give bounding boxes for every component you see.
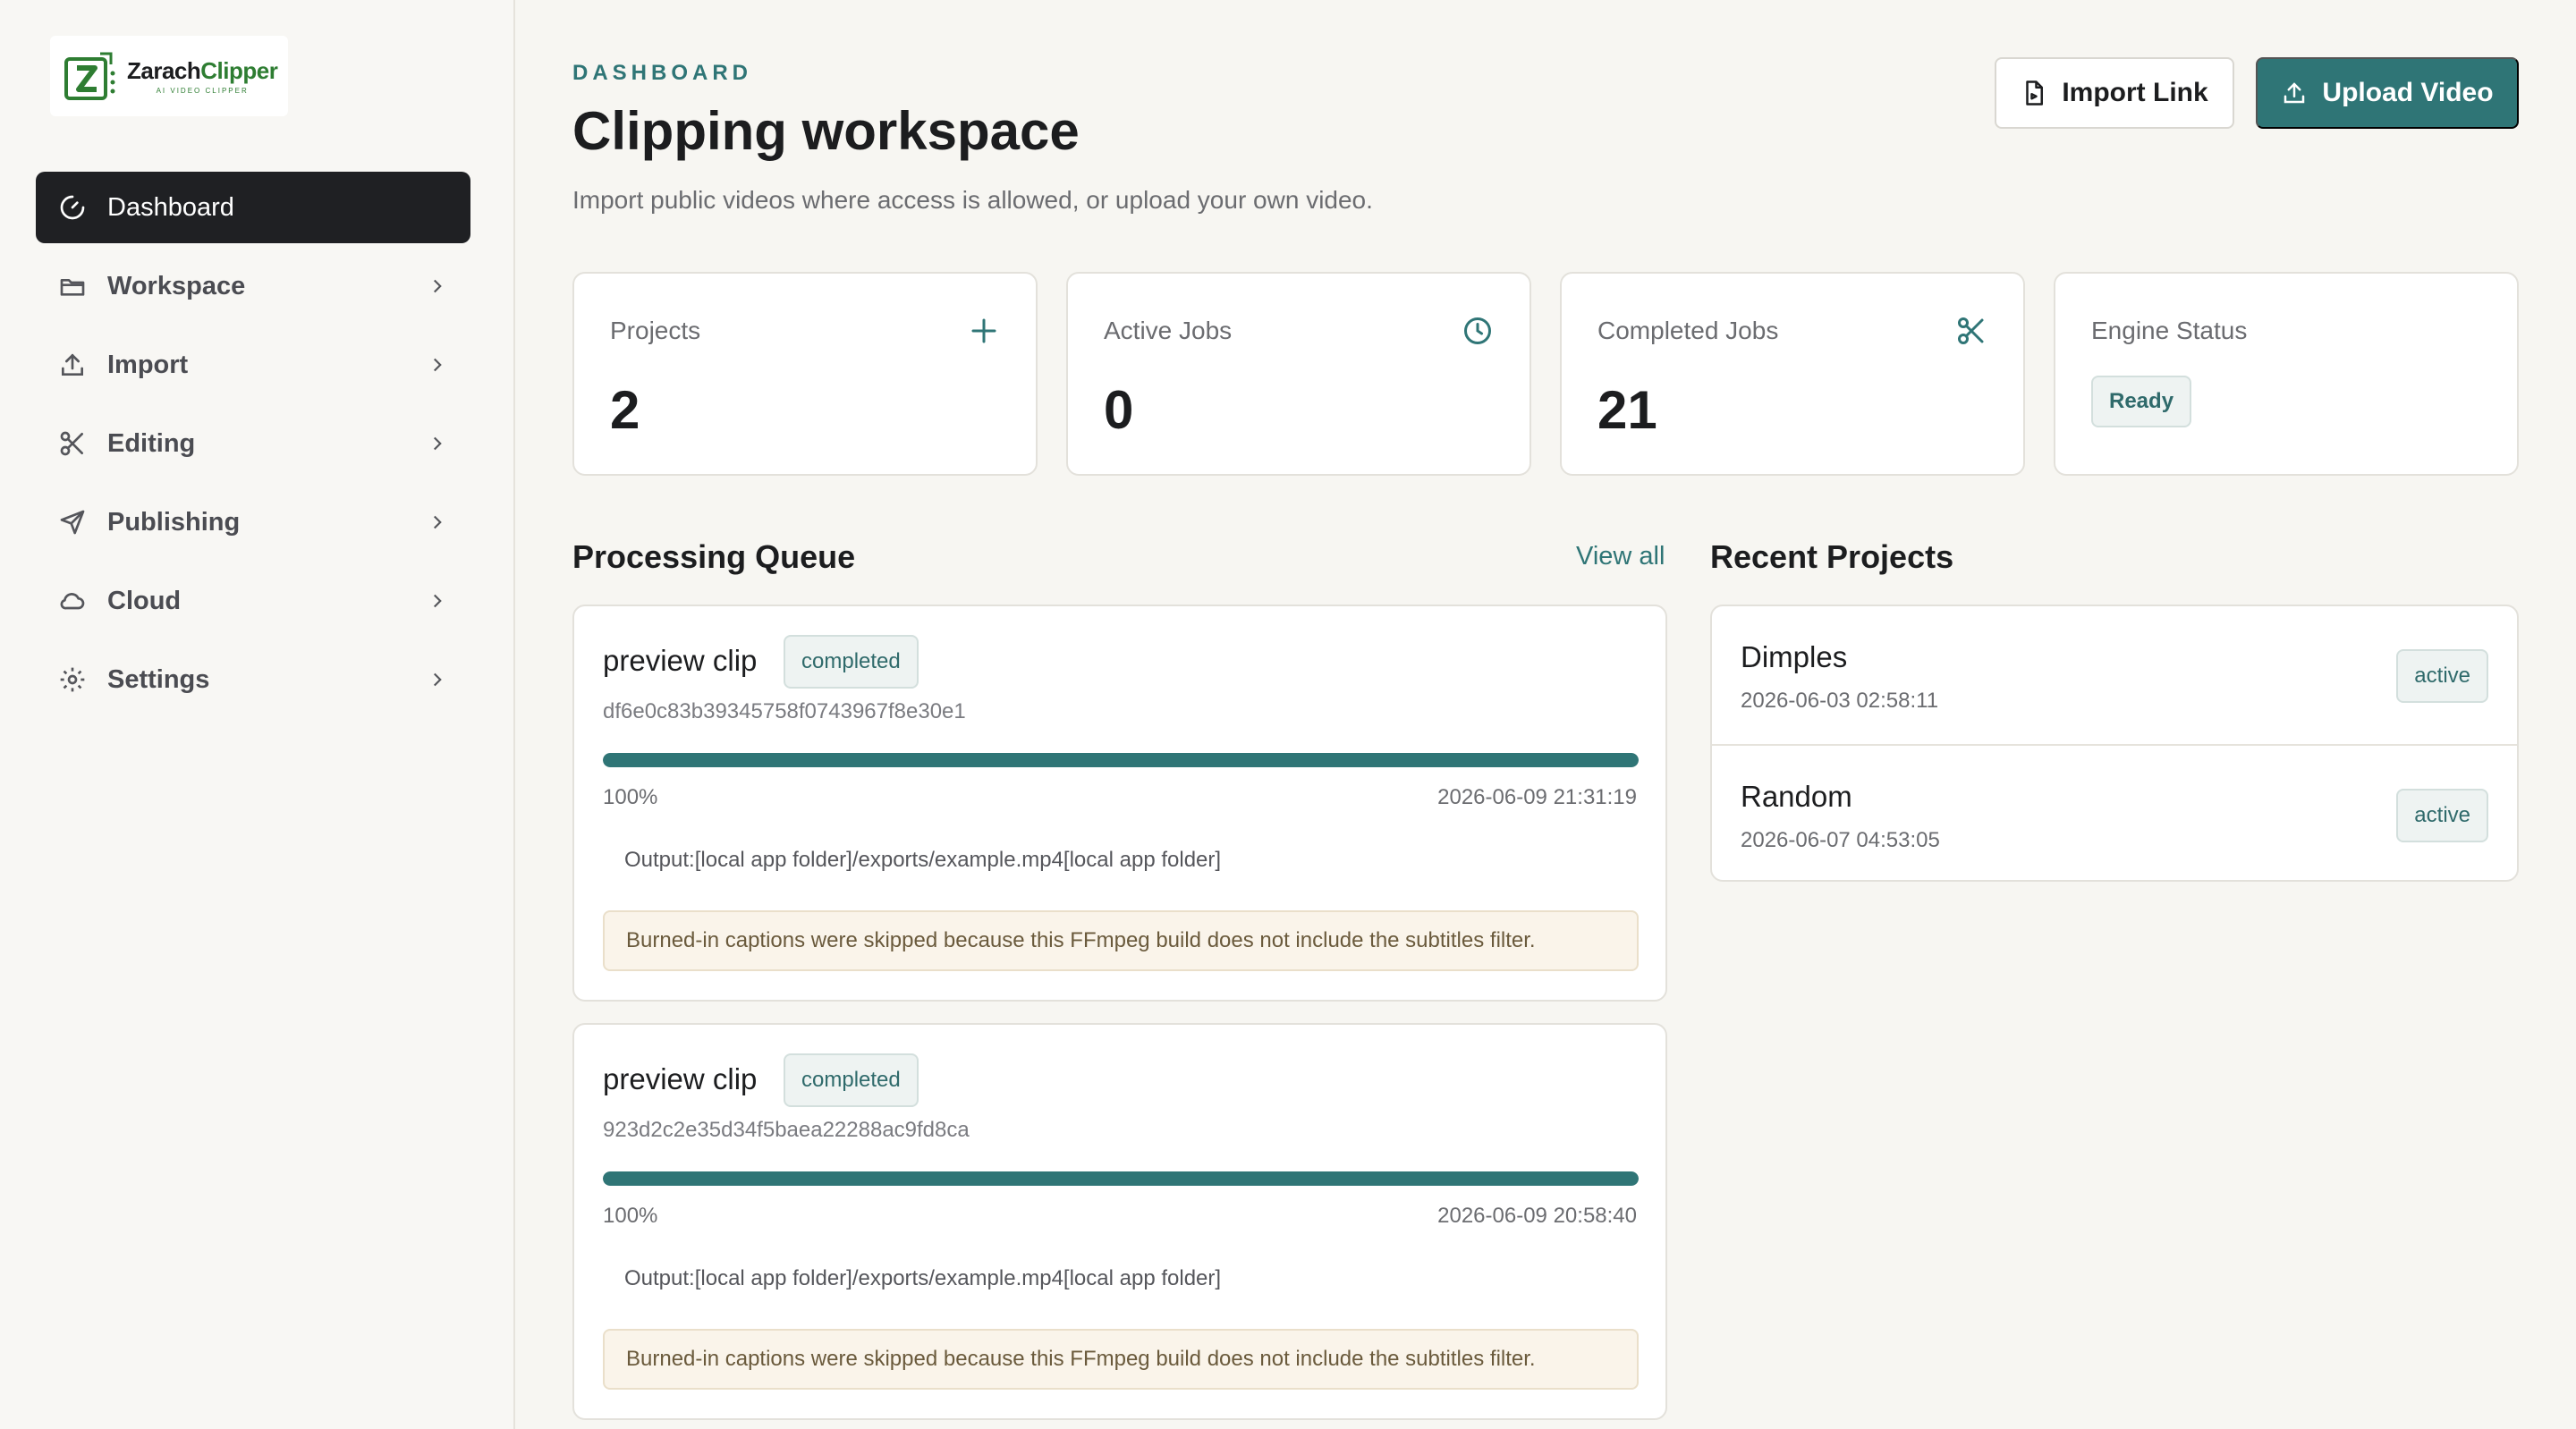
project-date: 2026-06-03 02:58:11 <box>1741 689 1939 713</box>
stat-card-projects: Projects 2 <box>572 272 1038 476</box>
chevron-right-icon <box>433 279 442 293</box>
job-progress-bar <box>603 753 1639 767</box>
brand-tagline: AI VIDEO CLIPPER <box>156 87 249 95</box>
job-progress-label: 100% <box>603 785 658 809</box>
stat-label: Completed Jobs <box>1597 317 1779 344</box>
send-icon <box>57 507 88 537</box>
sidebar-item-settings[interactable]: Settings <box>36 644 470 715</box>
job-timestamp: 2026-06-09 20:58:40 <box>1437 1204 1637 1228</box>
sidebar-item-label: Editing <box>107 428 196 458</box>
stat-label: Projects <box>610 317 701 344</box>
clock-icon <box>1464 317 1491 344</box>
chevron-right-icon <box>433 436 442 451</box>
page-title: Clipping workspace <box>572 101 1080 161</box>
sidebar-item-cloud[interactable]: Cloud <box>36 565 470 637</box>
job-timestamp: 2026-06-09 21:31:19 <box>1437 785 1637 809</box>
import-link-button[interactable]: Import Link <box>1995 57 2234 129</box>
gauge-icon <box>57 192 88 223</box>
job-name: preview clip <box>603 644 758 677</box>
chevron-right-icon <box>433 358 442 372</box>
sidebar-item-dashboard[interactable]: Dashboard <box>36 172 470 243</box>
queue-job-card[interactable]: preview clip completed df6e0c83b39345758… <box>572 605 1667 1002</box>
stat-label: Active Jobs <box>1104 317 1233 344</box>
brand-name: ZarachClipper <box>127 57 278 85</box>
job-id: 923d2c2e35d34f5baea22288ac9fd8ca <box>603 1118 970 1142</box>
sidebar-item-label: Workspace <box>107 271 246 300</box>
job-progress-bar <box>603 1171 1639 1186</box>
job-status-badge: completed <box>784 635 919 689</box>
chevron-right-icon <box>433 594 442 608</box>
sidebar-item-editing[interactable]: Editing <box>36 408 470 479</box>
job-progress-label: 100% <box>603 1204 658 1228</box>
app-logo[interactable]: ZarachClipper AI VIDEO CLIPPER <box>50 36 288 116</box>
project-row[interactable]: Dimples 2026-06-03 02:58:11 active <box>1712 606 2517 744</box>
recent-projects-title: Recent Projects <box>1710 538 1954 575</box>
sidebar-item-label: Cloud <box>107 586 182 615</box>
sidebar-item-import[interactable]: Import <box>36 329 470 401</box>
stat-label: Engine Status <box>2091 317 2248 344</box>
view-all-link[interactable]: View all <box>1576 542 1665 571</box>
folder-icon <box>57 271 88 301</box>
sidebar-item-label: Publishing <box>107 507 241 537</box>
file-link-icon <box>2026 80 2044 106</box>
project-row[interactable]: Random 2026-06-07 04:53:05 active <box>1712 744 2517 880</box>
plus-icon[interactable] <box>968 315 1000 347</box>
project-date: 2026-06-07 04:53:05 <box>1741 828 1940 852</box>
upload-icon <box>57 350 88 380</box>
logo-mark-icon <box>64 52 115 100</box>
brand-name-part1: Zarach <box>127 57 201 84</box>
upload-video-button[interactable]: Upload Video <box>2256 57 2519 129</box>
sidebar-item-publishing[interactable]: Publishing <box>36 486 470 558</box>
job-progress-fill <box>603 1171 1639 1186</box>
project-status-badge: active <box>2396 649 2488 703</box>
import-link-label: Import Link <box>2062 78 2208 107</box>
page-eyebrow: DASHBOARD <box>572 61 752 85</box>
project-name: Random <box>1741 780 1852 813</box>
job-output-path: Output:[local app folder]/exports/exampl… <box>624 848 1222 872</box>
sidebar-nav: Dashboard Workspace Import Editing Publi… <box>36 172 470 723</box>
logo-text: ZarachClipper AI VIDEO CLIPPER <box>127 57 278 95</box>
stat-card-completed-jobs: Completed Jobs 21 <box>1560 272 2025 476</box>
chevron-right-icon <box>433 672 442 687</box>
brand-name-part2: Clipper <box>200 57 278 84</box>
stat-value: 0 <box>1104 380 1134 440</box>
scissors-icon <box>57 428 88 459</box>
project-name: Dimples <box>1741 640 1848 673</box>
upload-video-label: Upload Video <box>2322 78 2494 107</box>
processing-queue-title: Processing Queue <box>572 538 856 575</box>
job-name: preview clip <box>603 1062 758 1095</box>
sidebar-item-workspace[interactable]: Workspace <box>36 250 470 322</box>
cloud-icon <box>57 586 88 616</box>
sidebar-item-label: Settings <box>107 664 210 694</box>
queue-job-card[interactable]: preview clip completed 923d2c2e35d34f5ba… <box>572 1023 1667 1420</box>
gear-icon <box>57 664 88 695</box>
project-status-badge: active <box>2396 789 2488 842</box>
job-status-badge: completed <box>784 1053 919 1107</box>
job-id: df6e0c83b39345758f0743967f8e30e1 <box>603 699 966 723</box>
job-warning: Burned-in captions were skipped because … <box>603 1329 1639 1390</box>
sidebar: ZarachClipper AI VIDEO CLIPPER Dashboard… <box>0 0 515 1429</box>
stat-value: 2 <box>610 380 640 440</box>
job-progress-fill <box>603 753 1639 767</box>
sidebar-item-label: Dashboard <box>107 192 234 222</box>
scissors-icon <box>1958 317 1984 344</box>
engine-status-badge: Ready <box>2091 376 2192 427</box>
stat-card-active-jobs: Active Jobs 0 <box>1066 272 1531 476</box>
page-subtitle: Import public videos where access is all… <box>572 186 1373 214</box>
upload-icon <box>2284 82 2305 104</box>
job-output-path: Output:[local app folder]/exports/exampl… <box>624 1266 1222 1290</box>
sidebar-item-label: Import <box>107 350 189 379</box>
recent-projects-list: Dimples 2026-06-03 02:58:11 active Rando… <box>1710 605 2519 882</box>
chevron-right-icon <box>433 515 442 529</box>
stat-value: 21 <box>1597 380 1657 440</box>
job-warning: Burned-in captions were skipped because … <box>603 910 1639 971</box>
stat-card-engine-status: Engine Status Ready <box>2054 272 2519 476</box>
